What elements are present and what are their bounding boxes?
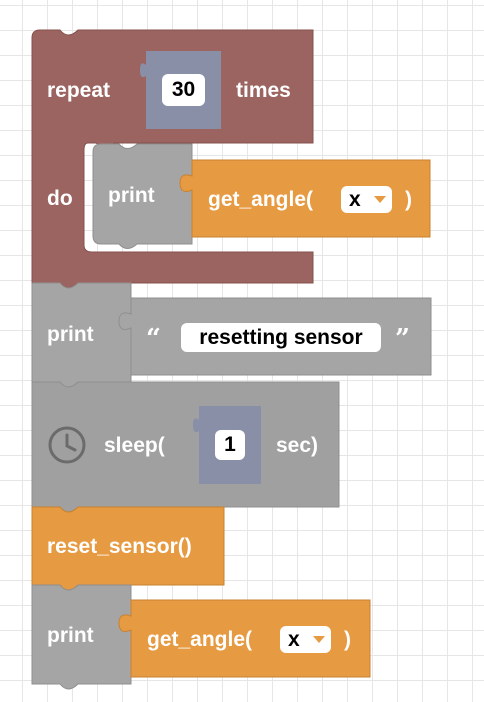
sleep-unit: sec) xyxy=(276,434,319,457)
sleep-seconds-field[interactable]: 1 xyxy=(215,430,245,460)
repeat-keyword: repeat xyxy=(47,79,111,102)
sleep-call: sleep( xyxy=(104,434,165,457)
inner-print-keyword: print xyxy=(108,184,155,207)
open-quote-icon: “ xyxy=(146,324,161,354)
outer-get-angle-call: get_angle( xyxy=(147,628,253,651)
inner-axis-value: x xyxy=(349,187,361,211)
reset-sensor-call: reset_sensor() xyxy=(47,535,192,558)
clock-icon xyxy=(48,426,86,464)
outer-print-keyword: print xyxy=(47,624,94,647)
text-literal-field[interactable]: resetting sensor xyxy=(181,323,381,352)
repeat-count-field[interactable]: 30 xyxy=(162,74,205,106)
chevron-down-icon xyxy=(313,636,325,643)
outer-close-paren: ) xyxy=(344,628,351,651)
repeat-suffix: times xyxy=(236,79,291,102)
blockly-workspace[interactable]: repeat 30 times do print get_angle( x ) … xyxy=(0,0,484,702)
outer-axis-value: x xyxy=(288,627,300,651)
chevron-down-icon xyxy=(374,196,386,203)
inner-get-angle-call: get_angle( xyxy=(208,188,314,211)
do-label: do xyxy=(47,187,73,210)
print-text-keyword: print xyxy=(47,323,94,346)
inner-close-paren: ) xyxy=(405,188,412,211)
outer-axis-dropdown[interactable]: x xyxy=(280,626,331,653)
inner-axis-dropdown[interactable]: x xyxy=(341,186,392,213)
close-quote-icon: ” xyxy=(395,324,410,354)
